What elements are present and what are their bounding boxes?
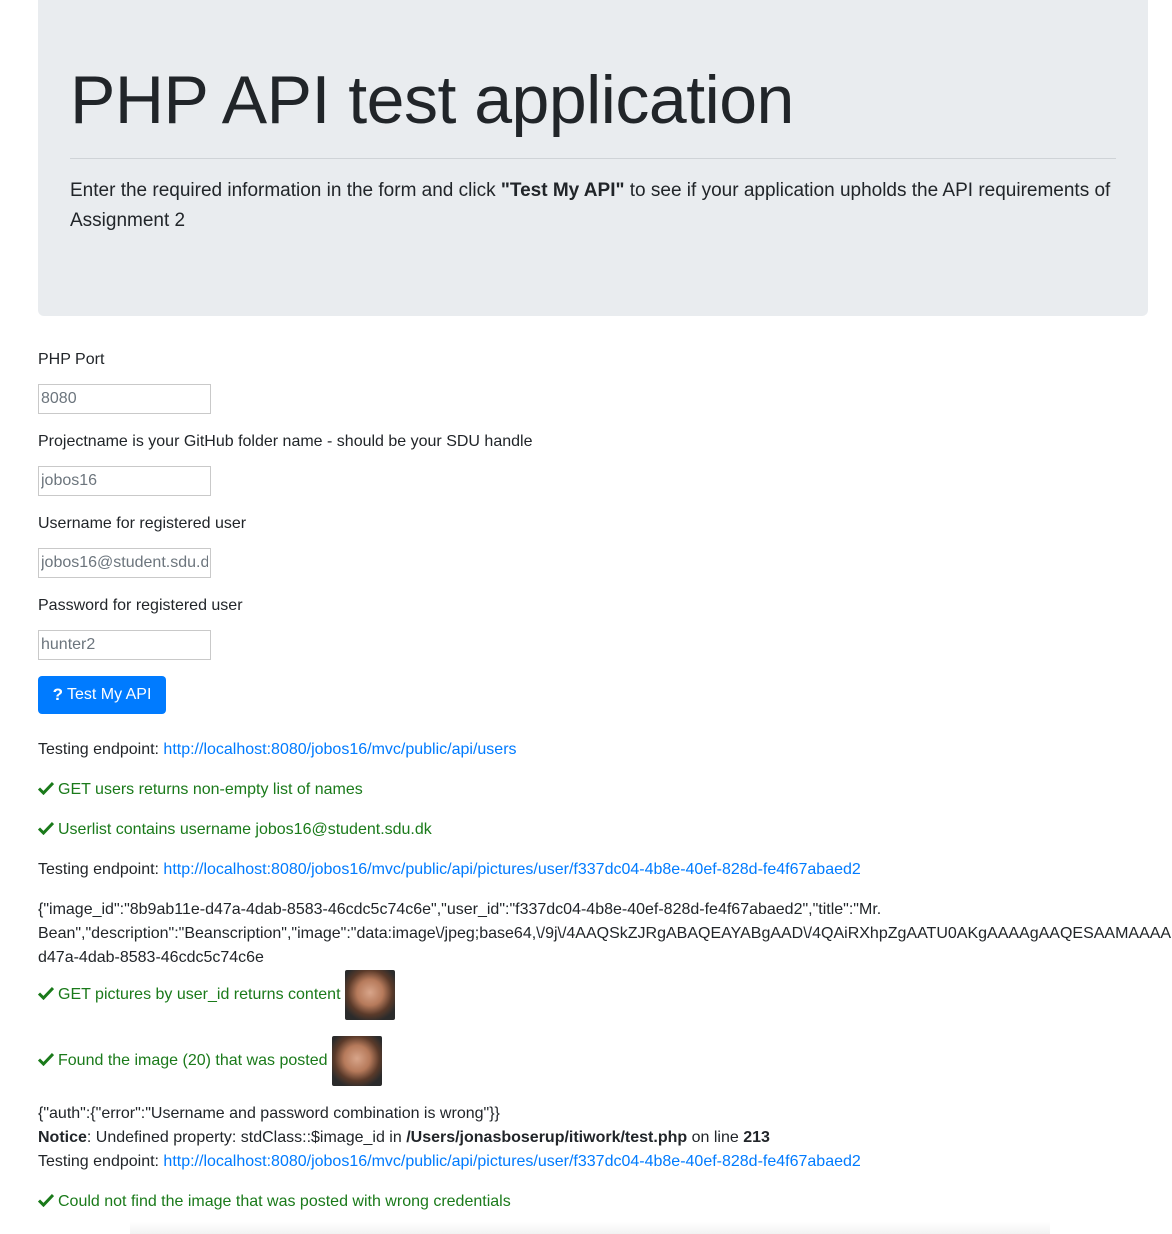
test-my-api-button[interactable]: ? Test My API [38,676,166,714]
endpoint-pictures-link[interactable]: http://localhost:8080/jobos16/mvc/public… [163,861,860,878]
picture-thumbnail [331,1036,382,1086]
check-icon [38,987,54,1001]
username-label: Username for registered user [38,515,247,532]
notice-label: Notice [38,1129,87,1146]
check-text: Found the image (20) that was posted [58,1052,328,1070]
check-icon [38,1193,54,1207]
check-text: GET pictures by user_id returns content [58,986,341,1004]
notice-path: /Users/jonasboserup/itiwork/test.php [406,1129,688,1146]
password-label: Password for registered user [38,597,243,614]
page-title: PHP API test application [70,62,794,138]
json-line: Bean","description":"Beanscription","ima… [38,925,1172,942]
check-text: GET users returns non-empty list of name… [58,781,363,798]
testing-prefix: Testing endpoint: [38,741,164,758]
testing-prefix: Testing endpoint: [38,861,164,878]
lead-text: Enter the required information in the fo… [70,176,1116,236]
php-notice: Notice: Undefined property: stdClass::$i… [38,1126,861,1150]
check-icon [38,821,54,835]
port-input[interactable] [38,384,211,414]
pictures-json-output: {"image_id":"8b9ab11e-d47a-4dab-8583-46c… [38,898,1171,970]
button-label: Test My API [66,686,152,703]
project-label: Projectname is your GitHub folder name -… [38,433,533,450]
bottom-shadow [130,1222,1050,1234]
endpoint-users-link[interactable]: http://localhost:8080/jobos16/mvc/public… [163,741,516,758]
check-text: Could not find the image that was posted… [58,1193,511,1210]
jumbotron: PHP API test application Enter the requi… [38,0,1148,316]
project-input[interactable] [38,466,211,496]
username-input[interactable] [38,548,211,578]
check-icon [38,1053,54,1067]
notice-text: : Undefined property: stdClass::$image_i… [86,1129,407,1146]
auth-error-output: {"auth":{"error":"Username and password … [38,1102,861,1174]
testing-endpoint-users: Testing endpoint: http://localhost:8080/… [38,738,517,762]
check-pictures-content: GET pictures by user_id returns content [38,970,395,1020]
question-icon: ? [52,685,63,704]
check-userlist-contains: Userlist contains username jobos16@stude… [38,818,432,842]
json-line: {"image_id":"8b9ab11e-d47a-4dab-8583-46c… [38,901,882,918]
lead-bold: "Test My API" [500,180,625,201]
testing-endpoint-pictures: Testing endpoint: http://localhost:8080/… [38,858,861,882]
notice-line: 213 [743,1129,770,1146]
endpoint-pictures-link-2[interactable]: http://localhost:8080/jobos16/mvc/public… [163,1153,860,1170]
testing-endpoint-pictures-2: Testing endpoint: http://localhost:8080/… [38,1150,861,1174]
check-found-image: Found the image (20) that was posted [38,1036,382,1086]
auth-json: {"auth":{"error":"Username and password … [38,1105,500,1122]
notice-text: on line [687,1129,744,1146]
testing-prefix: Testing endpoint: [38,1153,164,1170]
picture-thumbnail [344,970,395,1020]
check-text: Userlist contains username jobos16@stude… [58,821,432,838]
check-wrong-credentials: Could not find the image that was posted… [38,1190,511,1214]
check-icon [38,781,54,795]
divider [70,158,1116,159]
lead-before: Enter the required information in the fo… [70,180,501,201]
json-line: d47a-4dab-8583-46cdc5c74c6e [38,949,264,966]
password-input[interactable] [38,630,211,660]
check-users-list: GET users returns non-empty list of name… [38,778,363,802]
port-label: PHP Port [38,351,105,368]
